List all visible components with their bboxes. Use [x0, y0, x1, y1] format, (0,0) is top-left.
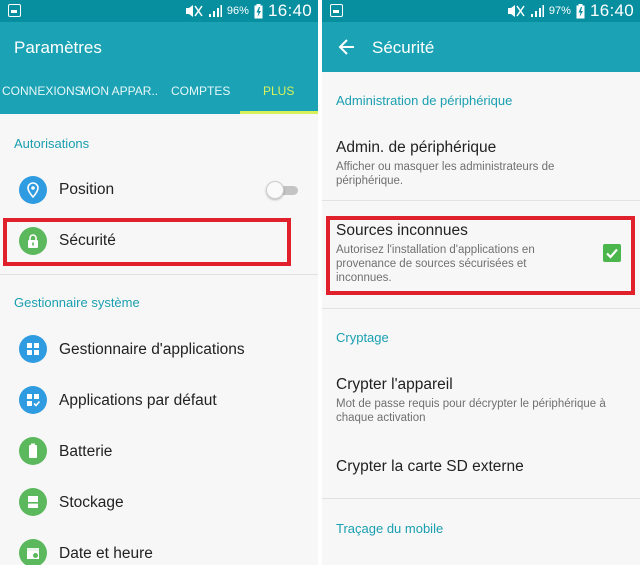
item-description: Afficher ou masquer les administrateurs … — [336, 161, 555, 187]
divider — [0, 274, 318, 275]
battery-icon — [19, 437, 47, 465]
battery-charging-icon — [254, 3, 263, 19]
list-item-label: Batterie — [59, 443, 113, 460]
status-bar: 97% 16:40 — [322, 0, 640, 22]
settings-tabs: CONNEXIONS MON APPAR.. COMPTES PLUS — [0, 72, 318, 114]
list-item-label: Applications par défaut — [59, 392, 217, 409]
page-title: Sécurité — [372, 38, 435, 57]
section-header-administration: Administration de périphérique — [336, 93, 513, 108]
clock: 16:40 — [267, 1, 312, 20]
default-apps-icon — [19, 386, 47, 414]
gallery-notification-icon — [330, 4, 343, 17]
position-toggle[interactable] — [266, 181, 300, 199]
gallery-notification-icon — [8, 4, 21, 17]
mute-icon — [507, 4, 525, 18]
calendar-icon — [19, 539, 47, 565]
divider — [322, 308, 640, 309]
tab-plus[interactable]: PLUS — [263, 84, 294, 98]
section-header-cryptage: Cryptage — [336, 330, 389, 345]
section-header-gestionnaire: Gestionnaire système — [14, 295, 140, 310]
divider — [322, 200, 640, 201]
tab-connexions[interactable]: CONNEXIONS — [2, 84, 83, 98]
signal-icon — [530, 4, 544, 18]
app-bar: Sécurité — [322, 22, 640, 72]
item-title: Admin. de périphérique — [336, 139, 497, 156]
battery-percent: 96% — [226, 5, 249, 17]
highlight-box — [3, 218, 291, 266]
list-item-label: Stockage — [59, 494, 124, 511]
mute-icon — [185, 4, 203, 18]
settings-screen: 96% 16:40 Paramètres CONNEXIONS MON APPA… — [0, 0, 318, 565]
section-header-autorisations: Autorisations — [14, 136, 90, 151]
active-tab-indicator — [240, 111, 318, 114]
list-item-label: Date et heure — [59, 545, 153, 562]
app-bar: Paramètres — [0, 22, 318, 72]
item-title: Crypter l'appareil — [336, 376, 453, 393]
section-header-tracage: Traçage du mobile — [336, 521, 444, 536]
list-item-label: Position — [59, 181, 115, 198]
storage-icon — [19, 488, 47, 516]
location-pin-icon — [19, 176, 47, 204]
status-bar: 96% 16:40 — [0, 0, 318, 22]
page-title: Paramètres — [14, 38, 102, 57]
signal-icon — [208, 4, 222, 18]
app-grid-icon — [19, 335, 47, 363]
item-title: Crypter la carte SD externe — [336, 458, 524, 475]
clock: 16:40 — [589, 1, 634, 20]
battery-charging-icon — [576, 3, 585, 19]
divider — [322, 498, 640, 499]
tab-mon-appareil[interactable]: MON APPAR.. — [81, 84, 158, 98]
battery-percent: 97% — [548, 5, 571, 17]
list-item-label: Gestionnaire d'applications — [59, 341, 245, 358]
back-arrow-icon[interactable] — [336, 36, 358, 58]
highlight-box — [326, 216, 635, 295]
tab-comptes[interactable]: COMPTES — [171, 84, 230, 98]
security-screen: 97% 16:40 Sécurité Administration de pér… — [322, 0, 640, 565]
item-description: Mot de passe requis pour décrypter le pé… — [336, 398, 606, 424]
